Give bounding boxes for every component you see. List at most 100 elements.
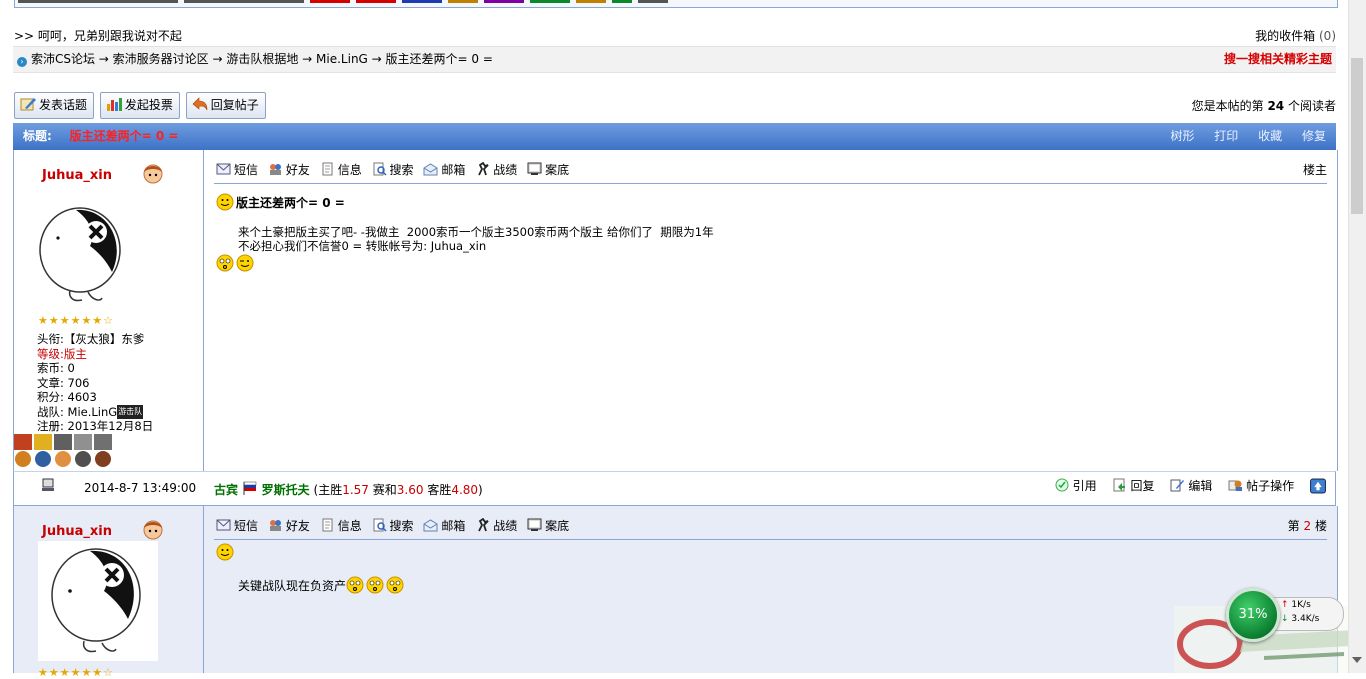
post-1: Juhua_xin ★★★★★★☆ 头衔:【灰太狼】东爹 等级:版主 索币: 0… <box>13 150 1338 471</box>
info-tool[interactable]: 信息 <box>320 162 362 177</box>
boy-face-icon <box>143 164 163 184</box>
medals-icon <box>14 434 112 467</box>
post-title: 版主还差两个= 0 = <box>216 193 345 213</box>
message-tool[interactable]: 短信 <box>216 519 258 533</box>
vertical-scrollbar[interactable] <box>1348 0 1366 673</box>
monitor-icon <box>527 518 542 531</box>
post-tools: 短信 好友 信息 搜索 邮箱 战绩 案底 <box>216 161 575 179</box>
message-tool[interactable]: 短信 <box>216 163 258 177</box>
envelope-icon <box>216 163 231 175</box>
monitor-icon <box>527 162 542 175</box>
record-tool[interactable]: 战绩 <box>475 518 517 533</box>
smiley-icon <box>216 543 234 561</box>
back-to-top-button[interactable] <box>1310 478 1329 494</box>
memory-usage-ball[interactable]: 31% <box>1226 588 1280 642</box>
match-odds: 古宾 罗斯托夫 (主胜1.57 赛和3.60 客胜4.80) <box>214 481 483 497</box>
floor-label: 楼主 <box>1302 163 1327 177</box>
download-arrow-icon: ↓ <box>1281 614 1289 624</box>
user-avatar[interactable] <box>38 202 128 312</box>
reply-icon <box>1113 478 1126 492</box>
search-tool[interactable]: 搜索 <box>372 162 414 177</box>
reader-count: 您是本帖的第 24 个阅读者 <box>1191 99 1336 113</box>
post-date: 2014-8-7 13:49:00 <box>84 481 197 495</box>
title-label: 标题: <box>23 129 52 143</box>
upload-speed: 1K/s <box>1291 600 1311 610</box>
action-buttons: 发表话题 发起投票 回复帖子 <box>14 92 268 119</box>
soldier-icon <box>478 518 489 532</box>
scrollbar-thumb[interactable] <box>1351 58 1363 214</box>
case-record-tool[interactable]: 案底 <box>527 518 569 533</box>
author-name[interactable]: Juhua_xin <box>42 168 112 183</box>
search-icon <box>373 518 387 532</box>
arrow-up-icon <box>1310 478 1326 494</box>
author-name[interactable]: Juhua_xin <box>42 524 112 539</box>
compose-icon <box>20 98 36 111</box>
upload-arrow-icon: ↑ <box>1281 600 1289 610</box>
favorite-link[interactable]: 收藏 <box>1258 129 1282 143</box>
record-tool[interactable]: 战绩 <box>475 162 517 177</box>
post-body: 来个土豪把版主买了吧- -我做主 2000索币一个版主3500索币两个版主 给你… <box>238 225 714 253</box>
confused-emoticon-icon <box>346 576 364 594</box>
author-panel: Juhua_xin ★★★★★★☆ 头衔:【灰太狼】东爹 等级:版主 索币: 0… <box>14 150 204 471</box>
reply-button[interactable]: 回复 <box>1112 478 1154 493</box>
reply-post-button[interactable]: 回复帖子 <box>185 92 266 119</box>
team-link[interactable]: Mie.LinG <box>68 405 118 419</box>
search-icon <box>373 162 387 176</box>
reader-count-number: 24 <box>1267 99 1285 113</box>
mailbox-tool[interactable]: 邮箱 <box>423 519 465 533</box>
post-operations: 引用 回复 编辑 帖子操作 <box>1043 477 1329 495</box>
inbox-link[interactable]: 我的收件箱 (0) <box>1255 27 1336 44</box>
wink-emoticon-icon <box>236 254 254 272</box>
topic-title: 版主还差两个= 0 = <box>69 129 179 143</box>
emoticons <box>216 254 256 272</box>
friend-tool[interactable]: 好友 <box>268 519 310 533</box>
scroll-down-arrow-icon[interactable] <box>1352 657 1362 663</box>
flag-icon <box>243 481 257 495</box>
envelope-icon <box>216 519 231 531</box>
inbox-label[interactable]: 我的收件箱 <box>1255 29 1315 43</box>
post-actions-button[interactable]: 帖子操作 <box>1228 479 1294 493</box>
confused-emoticon-icon <box>216 254 234 272</box>
topic-actions: 树形 打印 收藏 修复 <box>1154 123 1326 150</box>
print-link[interactable]: 打印 <box>1214 129 1238 143</box>
tree-view-link[interactable]: 树形 <box>1170 129 1194 143</box>
floor-label: 第 2 楼 <box>1287 519 1327 533</box>
author-panel: Juhua_xin ★★★★★★☆ <box>14 506 204 679</box>
breadcrumb: › 索沛CS论坛 → 索沛服务器讨论区 → 游击队根据地 → Mie.LinG →… <box>13 46 1336 73</box>
user-avatar[interactable] <box>38 541 158 661</box>
friend-tool[interactable]: 好友 <box>268 163 310 177</box>
mail-icon <box>423 519 438 532</box>
related-topics-search-link[interactable]: 搜一搜相关精彩主题 <box>1224 47 1332 72</box>
topic-title-bar: 标题: 版主还差两个= 0 = 树形 打印 收藏 修复 <box>13 123 1336 150</box>
friends-icon <box>269 520 281 531</box>
new-poll-button[interactable]: 发起投票 <box>99 92 180 119</box>
post-content: 短信 好友 信息 搜索 邮箱 战绩 案底 第 2 楼 关键战队现在负资产 <box>214 506 1327 673</box>
search-tool[interactable]: 搜索 <box>372 518 414 533</box>
mail-icon <box>423 163 438 176</box>
post-title <box>216 543 236 561</box>
info-tool[interactable]: 信息 <box>320 518 362 533</box>
quote-button[interactable]: 引用 <box>1055 478 1097 493</box>
friends-icon <box>269 164 281 175</box>
confused-emoticon-icon <box>386 576 404 594</box>
post-2: Juhua_xin ★★★★★★☆ 短信 好友 信息 搜索 邮箱 战绩 案底 第… <box>13 506 1338 679</box>
home-team[interactable]: 古宾 <box>214 483 238 497</box>
new-topic-button[interactable]: 发表话题 <box>14 92 95 119</box>
bar-chart-icon <box>106 98 122 111</box>
breadcrumb-path[interactable]: 索沛CS论坛 → 索沛服务器讨论区 → 游击队根据地 → Mie.LinG → … <box>31 47 493 72</box>
edit-icon <box>1170 479 1185 492</box>
post-body: 关键战队现在负资产 <box>238 576 406 594</box>
smiley-icon <box>216 193 234 211</box>
case-record-tool[interactable]: 案底 <box>527 162 569 177</box>
document-icon <box>322 518 333 532</box>
top-nav-strip <box>14 0 1338 8</box>
divider <box>214 183 1327 184</box>
confused-emoticon-icon <box>366 576 384 594</box>
team-badge: 游击队 <box>117 404 144 419</box>
reply-icon <box>192 97 207 111</box>
greeting-text: >> 呵呵，兄弟别跟我说对不起 <box>14 29 182 43</box>
edit-button[interactable]: 编辑 <box>1170 479 1212 493</box>
away-team[interactable]: 罗斯托夫 <box>262 483 310 497</box>
repair-link[interactable]: 修复 <box>1302 129 1326 143</box>
mailbox-tool[interactable]: 邮箱 <box>423 163 465 177</box>
